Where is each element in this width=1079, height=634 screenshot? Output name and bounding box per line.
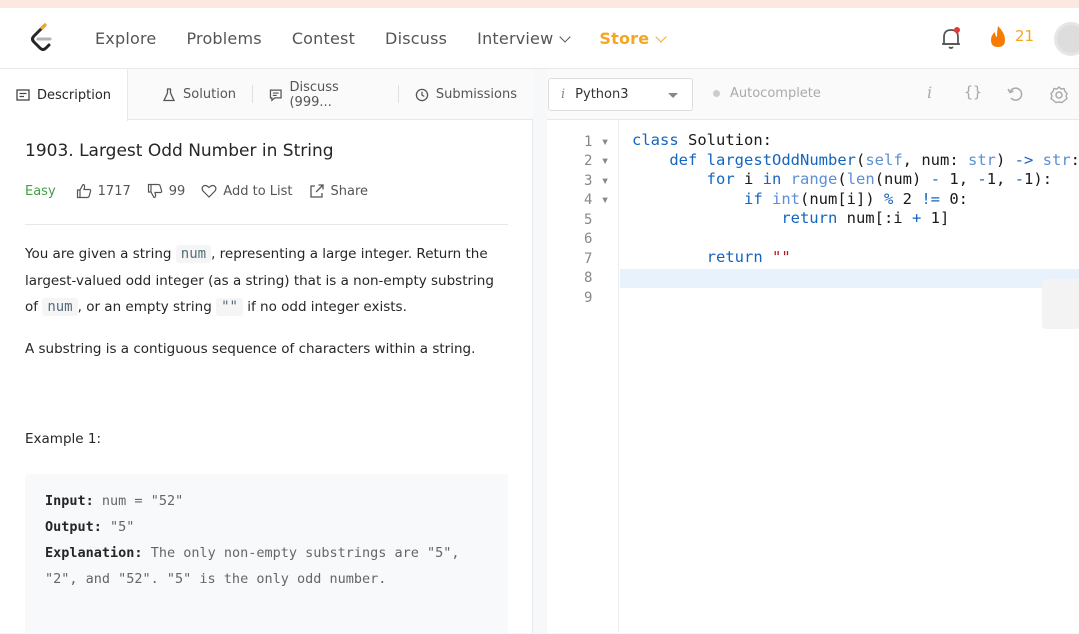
line-number-text: 1 (584, 134, 593, 150)
dislike-button[interactable]: 99 (147, 183, 186, 199)
line-gutter: 1 ▾ 2 ▾ 3 ▾ 4 ▾ 5 6 7 8 9 (547, 120, 619, 633)
nav-menu: Explore Problems Contest Discuss Intervi… (95, 8, 695, 69)
add-to-list-label: Add to List (223, 183, 293, 199)
code-num: num (42, 298, 78, 316)
desc-text: You are given a string (25, 246, 176, 262)
like-count: 1717 (97, 183, 131, 199)
nav-contest[interactable]: Contest (292, 29, 355, 48)
input-value: num = "52" (101, 493, 184, 509)
example-block: Input: num = "52" Output: "5" Explanatio… (25, 474, 508, 634)
difficulty-badge: Easy (25, 183, 56, 199)
line-number: 1 ▾ (584, 134, 610, 150)
flask-icon (163, 87, 176, 101)
problem-title: 1903. Largest Odd Number in String (25, 141, 334, 161)
tab-solution[interactable]: Solution (128, 69, 252, 120)
code-empty-string: "" (216, 298, 243, 316)
nav-discuss[interactable]: Discuss (385, 29, 447, 48)
chevron-down-icon (655, 30, 667, 43)
line-number-text: 4 (584, 192, 593, 208)
example-input: Input: num = "52" (45, 488, 488, 514)
problem-meta: Easy 1717 99 Add to List Share (25, 183, 384, 199)
line-number: 9 (584, 290, 593, 306)
braces-icon[interactable]: {} (964, 83, 982, 101)
autocomplete-dot-icon (713, 90, 720, 97)
line-number: 8 (584, 270, 593, 286)
chevron-down-icon (559, 30, 572, 43)
description-icon (16, 89, 30, 101)
notification-bell-icon[interactable] (940, 26, 962, 50)
info-icon[interactable]: i (927, 83, 932, 102)
line-number: 5 (584, 212, 593, 228)
line-number: 7 (584, 251, 593, 267)
fire-streak-icon[interactable] (988, 25, 1008, 49)
add-to-list-button[interactable]: Add to List (201, 183, 293, 199)
autocomplete-label: Autocomplete (730, 86, 821, 101)
divider (25, 224, 508, 225)
input-label: Input: (45, 493, 94, 509)
line-number-text: 3 (584, 173, 593, 189)
output-label: Output: (45, 519, 102, 535)
top-navbar: Explore Problems Contest Discuss Intervi… (0, 8, 1079, 69)
top-stripe (0, 0, 1079, 8)
dislike-count: 99 (168, 183, 186, 199)
like-button[interactable]: 1717 (76, 183, 131, 199)
language-label: Python3 (575, 87, 629, 102)
problem-description: You are given a string num, representing… (25, 241, 510, 321)
share-button[interactable]: Share (309, 183, 369, 199)
share-label: Share (330, 183, 369, 199)
nav-problems[interactable]: Problems (186, 29, 261, 48)
tab-submissions[interactable]: Submissions (399, 69, 533, 120)
editor-panel: i Python3 Autocomplete i {} 1 ▾ 2 ▾ 3 ▾ … (547, 69, 1079, 633)
problem-panel: Description Solution Discuss (999... Sub… (0, 69, 533, 634)
share-icon (309, 184, 324, 198)
streak-count: 21 (1015, 27, 1035, 45)
line-number: 6 (584, 231, 593, 247)
thumbs-down-icon (147, 183, 162, 199)
clock-icon (415, 88, 429, 101)
user-avatar[interactable] (1054, 22, 1079, 56)
tab-description[interactable]: Description (0, 69, 129, 121)
chat-icon (269, 89, 282, 102)
editor-toolbar: i Python3 Autocomplete i {} (547, 69, 1079, 120)
nav-store[interactable]: Store (599, 29, 667, 48)
example-explanation: Explanation: The only non-empty substrin… (45, 540, 488, 592)
explanation-label: Explanation: (45, 545, 143, 561)
desc-text: if no odd integer exists. (242, 299, 407, 315)
nav-interview[interactable]: Interview (477, 29, 572, 48)
info-icon: i (561, 87, 566, 102)
leetcode-logo-icon[interactable] (28, 22, 56, 54)
code-num: num (175, 245, 212, 263)
code-editor[interactable]: class Solution: def largestOddNumber(sel… (632, 131, 1079, 268)
example-title: Example 1: (25, 431, 101, 447)
thumbs-up-icon (76, 183, 91, 199)
tab-description-label: Description (37, 87, 112, 103)
tab-submissions-label: Submissions (435, 87, 517, 102)
tab-solution-label: Solution (183, 87, 237, 102)
autocomplete-toggle[interactable]: Autocomplete (713, 86, 821, 101)
problem-tabs: Description Solution Discuss (999... Sub… (0, 69, 533, 121)
nav-store-label: Store (599, 29, 650, 48)
tab-discuss[interactable]: Discuss (999... (253, 69, 398, 120)
reset-icon[interactable] (1006, 85, 1024, 103)
line-number-text: 2 (584, 153, 593, 169)
copy-button[interactable] (1042, 279, 1079, 329)
example-output: Output: "5" (45, 514, 488, 540)
substring-definition: A substring is a contiguous sequence of … (25, 341, 476, 357)
settings-icon[interactable] (1049, 85, 1069, 105)
language-select[interactable]: i Python3 (548, 78, 693, 111)
dropdown-arrow-icon (668, 93, 678, 98)
line-number: 2 ▾ (584, 153, 610, 169)
line-number: 4 ▾ (584, 192, 610, 208)
nav-explore[interactable]: Explore (95, 29, 156, 48)
nav-interview-label: Interview (477, 29, 554, 48)
desc-text: , or an empty string (77, 299, 217, 315)
heart-icon (201, 184, 217, 198)
output-value: "5" (110, 519, 135, 535)
current-line-highlight (620, 269, 1079, 288)
tab-discuss-label: Discuss (999... (289, 79, 339, 110)
line-number: 3 ▾ (584, 173, 610, 189)
